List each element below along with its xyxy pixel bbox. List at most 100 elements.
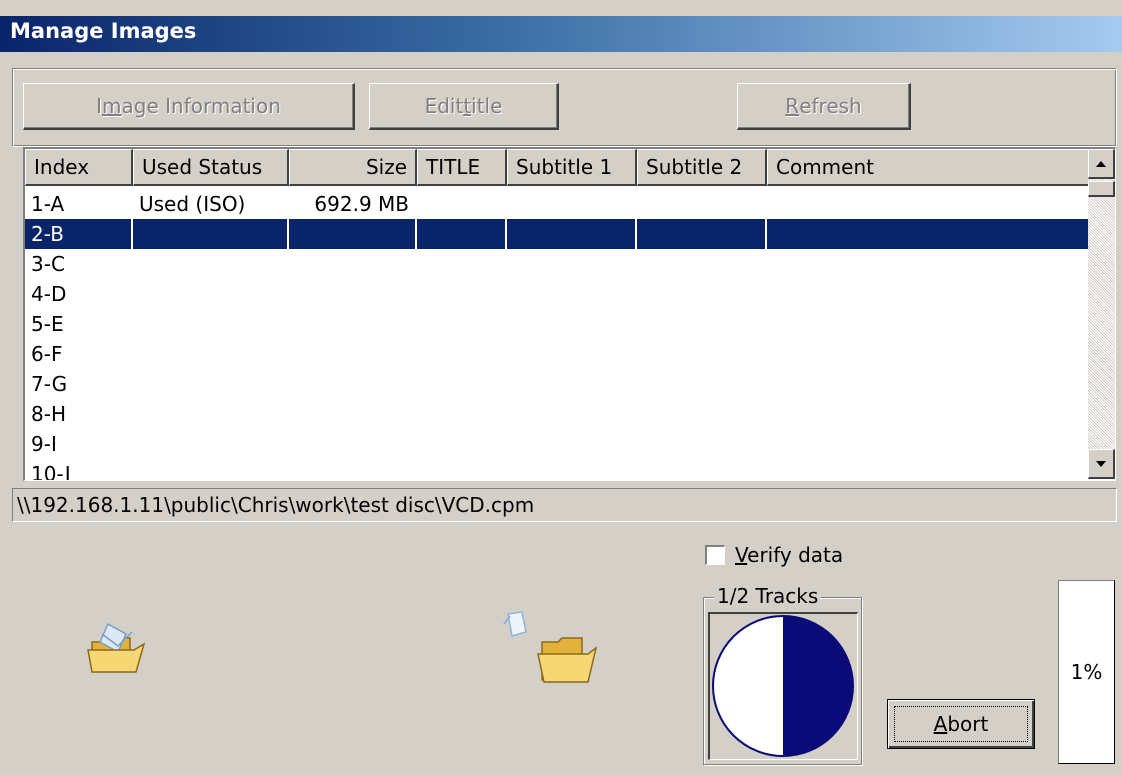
table-cell: 7-G <box>31 372 68 396</box>
table-cell <box>767 219 1091 249</box>
abort-button[interactable]: Abort <box>887 699 1035 749</box>
tracks-pie-completed <box>783 616 853 756</box>
refresh-label-post: efresh <box>799 94 862 118</box>
tracks-pie-frame <box>708 612 858 760</box>
table-cell <box>289 279 417 309</box>
table-cell <box>289 219 417 249</box>
column-header-used-status[interactable]: Used Status <box>133 149 289 186</box>
table-cell <box>133 309 289 339</box>
refresh-accel: R <box>785 94 800 118</box>
table-cell <box>289 429 417 459</box>
column-header-title[interactable]: TITLE <box>417 149 507 186</box>
table-row[interactable]: 2-B <box>25 219 1091 249</box>
verify-data-label-post: erify data <box>747 543 844 567</box>
table-cell: 1-A <box>31 192 65 216</box>
table-cell <box>289 399 417 429</box>
table-row[interactable]: 4-D <box>25 279 1091 309</box>
window-title: Manage Images <box>10 19 197 43</box>
table-cell <box>637 249 767 279</box>
image-information-accel: m <box>102 94 122 118</box>
vertical-scrollbar[interactable] <box>1088 149 1115 479</box>
table-cell <box>133 339 289 369</box>
refresh-button[interactable]: Refresh <box>737 83 911 130</box>
table-cell <box>507 429 637 459</box>
table-cell <box>767 459 1091 480</box>
progress-percent-label: 1% <box>1070 660 1103 684</box>
table-row[interactable]: 1-A Used (ISO) 692.9 MB <box>25 189 1091 219</box>
verify-data-checkbox-box[interactable] <box>705 545 725 565</box>
verify-data-checkbox[interactable]: Verify data <box>705 543 843 567</box>
table-cell <box>507 309 637 339</box>
table-cell <box>507 339 637 369</box>
table-cell <box>767 249 1091 279</box>
table-cell <box>133 459 289 480</box>
column-header-subtitle-1[interactable]: Subtitle 1 <box>507 149 637 186</box>
image-information-label-post: age Information <box>121 94 281 118</box>
column-header-comment[interactable]: Comment <box>767 149 1091 186</box>
table-row[interactable]: 7-G <box>25 369 1091 399</box>
table-cell <box>417 429 507 459</box>
table-cell: Used (ISO) <box>139 192 246 216</box>
table-cell <box>637 339 767 369</box>
folder-with-disc-icon[interactable] <box>496 610 602 695</box>
table-cell <box>133 399 289 429</box>
table-cell <box>767 429 1091 459</box>
table-cell <box>767 309 1091 339</box>
table-cell <box>133 279 289 309</box>
table-row[interactable]: 10-J <box>25 459 1091 481</box>
table-cell <box>637 309 767 339</box>
scroll-thumb[interactable] <box>1088 181 1115 197</box>
table-cell <box>507 399 637 429</box>
tracks-pie-chart <box>712 615 854 757</box>
arrow-up-icon <box>1096 160 1106 167</box>
open-folder-icon[interactable] <box>86 620 148 687</box>
table-cell <box>417 219 507 249</box>
table-cell: 6-F <box>31 342 63 366</box>
table-cell <box>507 189 637 219</box>
edit-title-button[interactable]: Edit t itle <box>369 83 559 130</box>
scroll-up-button[interactable] <box>1088 149 1115 179</box>
column-header-size[interactable]: Size <box>289 149 417 186</box>
file-path-text: \\192.168.1.11\public\Chris\work\test di… <box>17 493 535 517</box>
column-header-subtitle-2[interactable]: Subtitle 2 <box>637 149 767 186</box>
image-information-button[interactable]: Im age Information <box>23 83 355 130</box>
table-row[interactable]: 6-F <box>25 339 1091 369</box>
tracks-group: 1/2 Tracks <box>703 584 862 765</box>
table-cell <box>133 249 289 279</box>
table-cell <box>417 399 507 429</box>
table-cell <box>637 189 767 219</box>
table-cell <box>637 429 767 459</box>
table-cell <box>289 249 417 279</box>
table-cell <box>507 369 637 399</box>
table-row[interactable]: 5-E <box>25 309 1091 339</box>
table-cell <box>417 249 507 279</box>
table-cell: 5-E <box>31 312 64 336</box>
verify-data-accel: V <box>735 543 748 567</box>
verify-data-label: Verify data <box>735 543 843 567</box>
table-cell <box>767 189 1091 219</box>
scroll-down-button[interactable] <box>1088 449 1115 479</box>
table-cell <box>767 399 1091 429</box>
table-row[interactable]: 9-I <box>25 429 1091 459</box>
table-row[interactable]: 8-H <box>25 399 1091 429</box>
image-list[interactable]: Index Used Status Size TITLE Subtitle 1 … <box>23 147 1116 481</box>
edit-title-label-post: itle <box>471 94 503 118</box>
table-cell: 10-J <box>31 462 71 481</box>
table-cell <box>133 429 289 459</box>
table-cell <box>507 219 637 249</box>
table-cell <box>507 459 637 480</box>
table-cell <box>507 279 637 309</box>
table-cell <box>767 369 1091 399</box>
table-cell <box>289 309 417 339</box>
table-row[interactable]: 3-C <box>25 249 1091 279</box>
table-cell <box>507 249 637 279</box>
table-cell <box>289 339 417 369</box>
file-path-bar: \\192.168.1.11\public\Chris\work\test di… <box>12 488 1117 522</box>
table-cell: 9-I <box>31 432 57 456</box>
edit-title-accel: t <box>463 94 472 118</box>
arrow-down-icon <box>1096 460 1106 467</box>
table-cell <box>637 399 767 429</box>
column-header-index[interactable]: Index <box>25 149 133 186</box>
table-cell <box>767 339 1091 369</box>
table-cell <box>417 189 507 219</box>
